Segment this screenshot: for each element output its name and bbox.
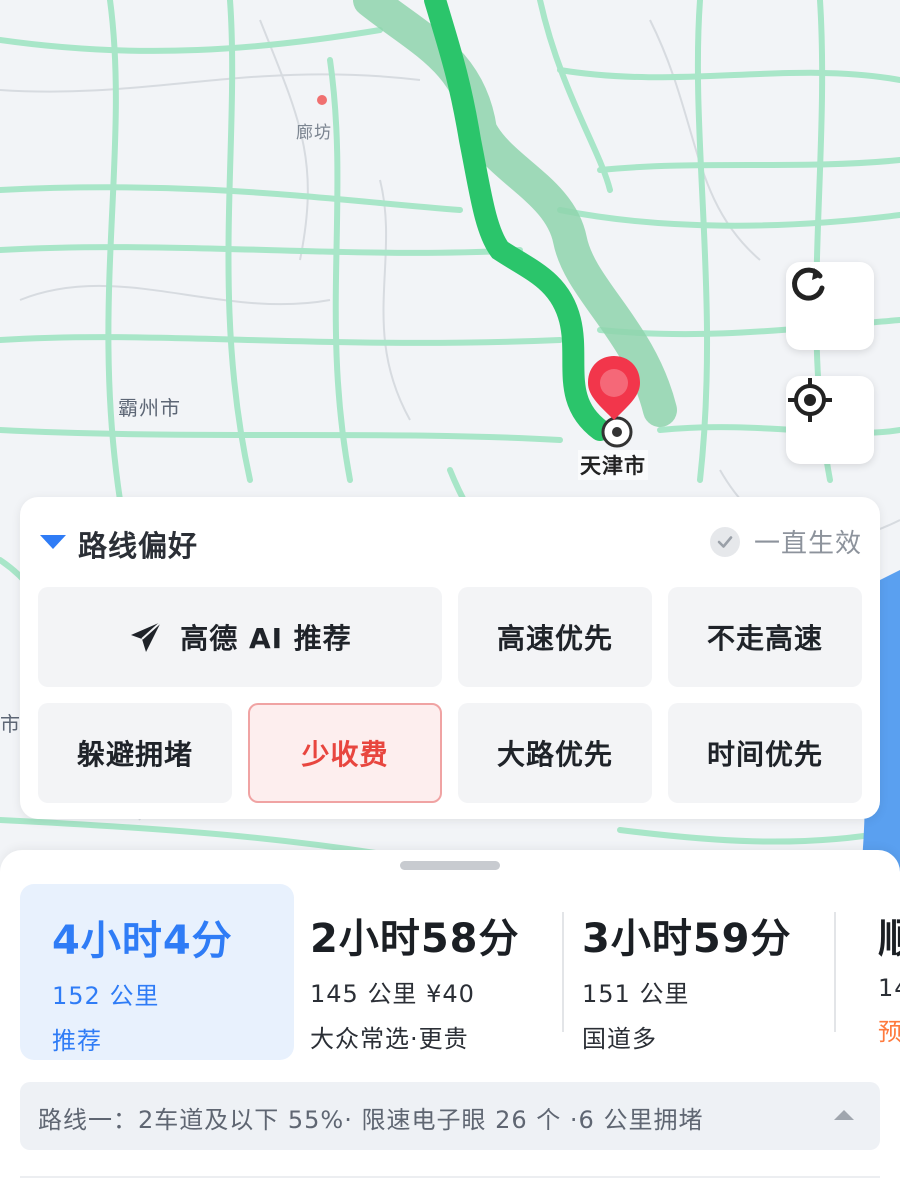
route-distance-toll: 145 公里 ¥40 bbox=[310, 980, 475, 1008]
route-preference-title: 路线偏好 bbox=[78, 529, 199, 563]
pref-option-time-first[interactable]: 时间优先 bbox=[668, 703, 862, 803]
route-results-sheet: 4小时4分 152 公里 推荐 2小时58分 145 公里 ¥40 大众常选·更… bbox=[0, 850, 900, 1200]
route-summary-bar[interactable]: 路线一：2车道及以下 55%· 限速电子眼 26 个 ·6 公里拥堵 bbox=[20, 1082, 880, 1150]
locate-button[interactable] bbox=[786, 376, 874, 464]
divider bbox=[20, 1176, 880, 1178]
route-duration: 3小时59分 bbox=[582, 916, 792, 962]
route-preference-header[interactable]: 路线偏好 一直生效 bbox=[20, 497, 880, 585]
pref-option-avoid-congestion[interactable]: 躲避拥堵 bbox=[38, 703, 232, 803]
route-distance: 152 公里 bbox=[52, 982, 160, 1010]
route-divider bbox=[834, 912, 836, 1032]
pref-option-no-highway[interactable]: 不走高速 bbox=[668, 587, 862, 687]
route-duration: 顺 bbox=[878, 916, 900, 962]
triangle-down-icon[interactable] bbox=[40, 535, 66, 549]
pref-option-main-road[interactable]: 大路优先 bbox=[458, 703, 652, 803]
pref-option-highway-first[interactable]: 高速优先 bbox=[458, 587, 652, 687]
map-label-bazhou: 霸州市 bbox=[118, 396, 181, 420]
pref-option-less-toll[interactable]: 少收费 bbox=[248, 703, 442, 803]
route-duration: 4小时4分 bbox=[52, 918, 233, 964]
pref-option-label: 高德 AI 推荐 bbox=[180, 622, 352, 655]
locate-icon bbox=[788, 378, 832, 422]
route-option-4[interactable]: 顺 14 预 bbox=[878, 884, 900, 1060]
triangle-up-icon[interactable] bbox=[834, 1110, 854, 1120]
drag-handle[interactable] bbox=[400, 861, 500, 870]
pref-option-ai-recommend[interactable]: 高德 AI 推荐 bbox=[38, 587, 442, 687]
map-label-tianjin: 天津市 bbox=[578, 450, 648, 480]
check-icon[interactable] bbox=[709, 526, 740, 557]
refresh-icon bbox=[792, 267, 825, 301]
route-tag: 推荐 bbox=[52, 1027, 102, 1055]
map-label-langfang: 廊坊 bbox=[296, 123, 332, 143]
route-duration: 2小时58分 bbox=[310, 916, 520, 962]
route-tag: 大众常选·更贵 bbox=[310, 1025, 469, 1053]
route-option-2[interactable]: 2小时58分 145 公里 ¥40 大众常选·更贵 bbox=[310, 884, 560, 1060]
route-preference-panel: 路线偏好 一直生效 高德 AI 推荐 高速优先 不走高速 躲避拥堵 少收费 大路… bbox=[20, 497, 880, 819]
refresh-button[interactable] bbox=[786, 262, 874, 350]
route-summary-text: 路线一：2车道及以下 55%· 限速电子眼 26 个 ·6 公里拥堵 bbox=[38, 1106, 704, 1134]
route-distance: 151 公里 bbox=[582, 980, 690, 1008]
route-option-1[interactable]: 4小时4分 152 公里 推荐 bbox=[20, 884, 294, 1060]
always-effective-label: 一直生效 bbox=[753, 529, 862, 559]
paper-plane-icon bbox=[128, 619, 164, 655]
route-tag: 预 bbox=[878, 1018, 900, 1046]
always-effective-toggle[interactable]: 一直生效 bbox=[709, 523, 862, 560]
route-tag: 国道多 bbox=[582, 1025, 657, 1053]
map-label-city-partial: 市 bbox=[0, 712, 21, 736]
route-option-3[interactable]: 3小时59分 151 公里 国道多 bbox=[582, 884, 832, 1060]
route-distance: 14 bbox=[878, 974, 900, 1002]
route-divider bbox=[562, 912, 564, 1032]
